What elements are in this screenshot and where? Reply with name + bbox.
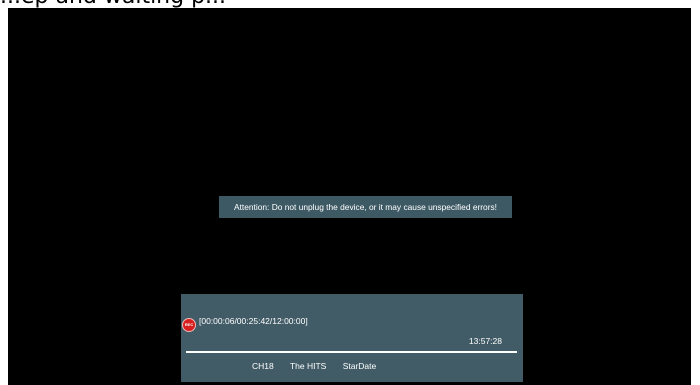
channel-number: CH18 [252,361,274,371]
warning-toast: Attention: Do not unplug the device, or … [219,196,512,218]
recording-info-panel: REC [00:00:06/00:25:42/12:00:00] 13:57:2… [181,294,523,382]
recording-timeline: [00:00:06/00:25:42/12:00:00] [199,316,308,326]
program-name: StarDate [342,361,377,371]
recording-progress-bar [186,351,517,353]
page-caption: ...ep and waiting p... [0,0,360,8]
recording-progress-fill [186,351,517,353]
channel-info: CH18 The HITS StarDate [252,361,390,371]
current-time: 13:57:28 [468,336,502,346]
station-name: The HITS [289,361,327,371]
record-icon: REC [182,318,196,332]
